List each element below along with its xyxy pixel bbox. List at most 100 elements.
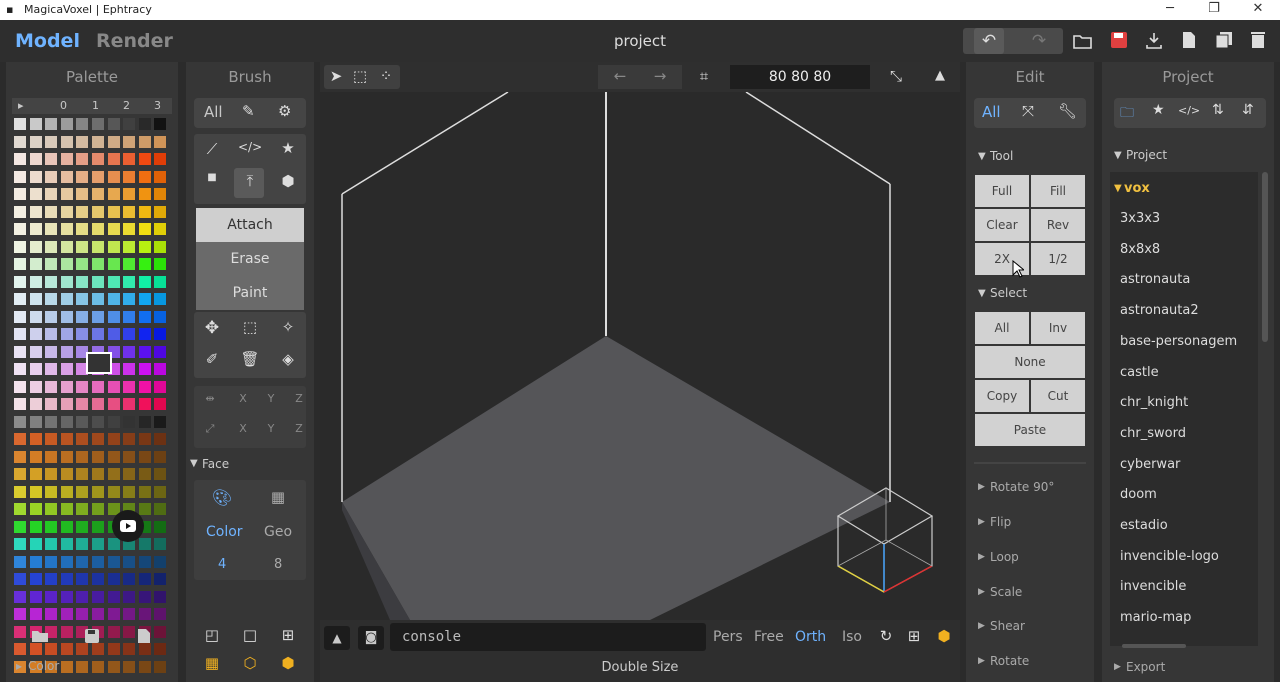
camera-icon[interactable]: ◙: [358, 626, 384, 650]
tab-render[interactable]: Render: [96, 30, 173, 52]
file-item[interactable]: cyberwar: [1120, 457, 1180, 472]
cube-solid-icon[interactable]: ⬢: [276, 654, 300, 672]
box-select-icon[interactable]: ⬚: [350, 67, 370, 85]
model-size-field[interactable]: 80 80 80: [730, 65, 870, 89]
shear-expand-icon[interactable]: ▶: [978, 621, 985, 631]
voxel-scene[interactable]: [320, 92, 960, 620]
project-expand-icon[interactable]: ▼: [1114, 150, 1122, 161]
face-expand-icon[interactable]: ▼: [190, 458, 198, 469]
axis-icon[interactable]: ⤢: [198, 422, 222, 436]
scale-expand-icon[interactable]: ▶: [978, 587, 985, 597]
axis-z-button[interactable]: Z: [290, 422, 308, 435]
project-order-icon[interactable]: ⇵: [1242, 102, 1254, 118]
mirror-y-button[interactable]: Y: [262, 392, 280, 405]
color-face-button[interactable]: Color: [206, 524, 243, 540]
tab-model[interactable]: Model: [15, 30, 80, 52]
face-section-label[interactable]: Face: [202, 457, 229, 471]
file-item[interactable]: base-personagem: [1120, 334, 1237, 349]
file-item[interactable]: mario-map: [1120, 610, 1191, 625]
brush-settings-icon[interactable]: ⚙: [278, 102, 291, 120]
file-list-scrollbar[interactable]: [1262, 172, 1268, 342]
minimize-button[interactable]: ─: [1148, 0, 1192, 20]
select-invert-button[interactable]: Inv: [1031, 312, 1085, 344]
view-pers-button[interactable]: Pers: [713, 629, 743, 645]
file-item[interactable]: astronauta2: [1120, 303, 1199, 318]
axis-y-button[interactable]: Y: [262, 422, 280, 435]
loop-section[interactable]: Loop: [990, 550, 1019, 564]
clear-button[interactable]: Clear: [975, 209, 1029, 241]
loop-expand-icon[interactable]: ▶: [978, 552, 985, 562]
console-toggle-icon[interactable]: ▲: [324, 626, 350, 650]
world-grid-icon[interactable]: ▦: [200, 654, 224, 672]
face-brush-icon[interactable]: ⤒: [238, 172, 262, 190]
geo-face-button[interactable]: Geo: [264, 524, 292, 540]
shear-section[interactable]: Shear: [990, 619, 1025, 633]
palette-tab-0[interactable]: 0: [60, 99, 67, 112]
half-size-button[interactable]: 1/2: [1031, 243, 1085, 275]
voxel-brush-icon[interactable]: ■: [200, 172, 224, 183]
attach-mode-button[interactable]: Attach: [196, 208, 304, 242]
maximize-button[interactable]: ❐: [1192, 0, 1236, 20]
file-item[interactable]: 3x3x3: [1120, 211, 1160, 226]
marquee-select-icon[interactable]: ⬚: [238, 318, 262, 336]
file-item[interactable]: 8x8x8: [1120, 242, 1160, 257]
rotate90-expand-icon[interactable]: ▶: [978, 482, 985, 492]
palette-tab-2[interactable]: 2: [123, 99, 130, 112]
shape-grid-icon[interactable]: ⊞: [276, 626, 300, 644]
color-palette-icon[interactable]: 🎨︎: [210, 488, 234, 507]
cube-outline-icon[interactable]: ⬡: [238, 654, 262, 672]
project-code-icon[interactable]: </>: [1178, 104, 1200, 117]
folder-open-icon[interactable]: [1073, 32, 1093, 50]
edit-all-button[interactable]: All: [982, 103, 1001, 121]
expand-icon[interactable]: ⤧: [1022, 102, 1034, 120]
shape-corner-icon[interactable]: ◰: [200, 626, 224, 644]
file-list-hscrollbar[interactable]: [1122, 644, 1186, 648]
delete-icon[interactable]: 🗑︎: [238, 350, 262, 368]
mirror-z-button[interactable]: Z: [290, 392, 308, 405]
select-expand-icon[interactable]: ▼: [978, 288, 986, 299]
color-section-label[interactable]: Color: [28, 659, 59, 673]
trash-icon[interactable]: [1250, 31, 1266, 49]
view-iso-button[interactable]: Iso: [842, 629, 862, 645]
multi-select-icon[interactable]: ⁘: [376, 67, 396, 85]
undo-button[interactable]: ↶: [974, 28, 1004, 54]
palette-save-icon[interactable]: [84, 628, 100, 644]
nav-back-button[interactable]: ←: [608, 67, 632, 85]
fill-bucket-icon[interactable]: ◈: [276, 350, 300, 368]
select-all-button[interactable]: All: [975, 312, 1029, 344]
vox-folder[interactable]: vox: [1124, 181, 1150, 196]
flip-section[interactable]: Flip: [990, 515, 1011, 529]
geometry-grid-icon[interactable]: ▦: [266, 488, 290, 506]
project-sort-icon[interactable]: ⇅: [1212, 102, 1224, 118]
view-free-button[interactable]: Free: [754, 629, 784, 645]
line-brush-icon[interactable]: ⟋: [200, 140, 224, 158]
palette-file-icon[interactable]: [137, 628, 151, 644]
rotate-view-icon[interactable]: ↻: [876, 627, 896, 645]
palette-tab-play[interactable]: ▸: [18, 99, 24, 112]
project-star-icon[interactable]: ★: [1152, 102, 1165, 118]
3d-viewport[interactable]: ➤ ⬚ ⁘ ← → ⌗ 80 80 80 ⤡ ▲: [320, 62, 960, 620]
full-button[interactable]: Full: [975, 175, 1029, 207]
wrench-icon[interactable]: 🔧︎: [1058, 102, 1077, 120]
file-item[interactable]: doom: [1120, 487, 1157, 502]
redo-button[interactable]: ↷: [1024, 28, 1054, 54]
rev-button[interactable]: Rev: [1031, 209, 1085, 241]
export-expand-icon[interactable]: ▶: [1114, 662, 1121, 672]
rotate-section[interactable]: Rotate: [990, 654, 1029, 668]
axis-x-button[interactable]: X: [234, 422, 252, 435]
view-orth-button[interactable]: Orth: [795, 629, 826, 645]
select-none-button[interactable]: None: [975, 346, 1085, 378]
copy-button[interactable]: Copy: [975, 380, 1029, 412]
file-item[interactable]: estadio: [1120, 518, 1168, 533]
fit-view-icon[interactable]: ⤡: [884, 67, 908, 85]
star-brush-icon[interactable]: ★: [276, 139, 300, 157]
brush-all-button[interactable]: All: [204, 103, 223, 121]
color-palette-grid[interactable]: [14, 118, 174, 678]
tool-section-label[interactable]: Tool: [990, 149, 1013, 163]
download-icon[interactable]: [1145, 31, 1163, 49]
brush-pen-icon[interactable]: ✎: [242, 102, 255, 120]
file-icon[interactable]: [1181, 31, 1197, 49]
magic-wand-icon[interactable]: ✧: [276, 318, 300, 336]
console-input[interactable]: console: [390, 623, 706, 651]
tool-expand-icon[interactable]: ▼: [978, 151, 986, 162]
